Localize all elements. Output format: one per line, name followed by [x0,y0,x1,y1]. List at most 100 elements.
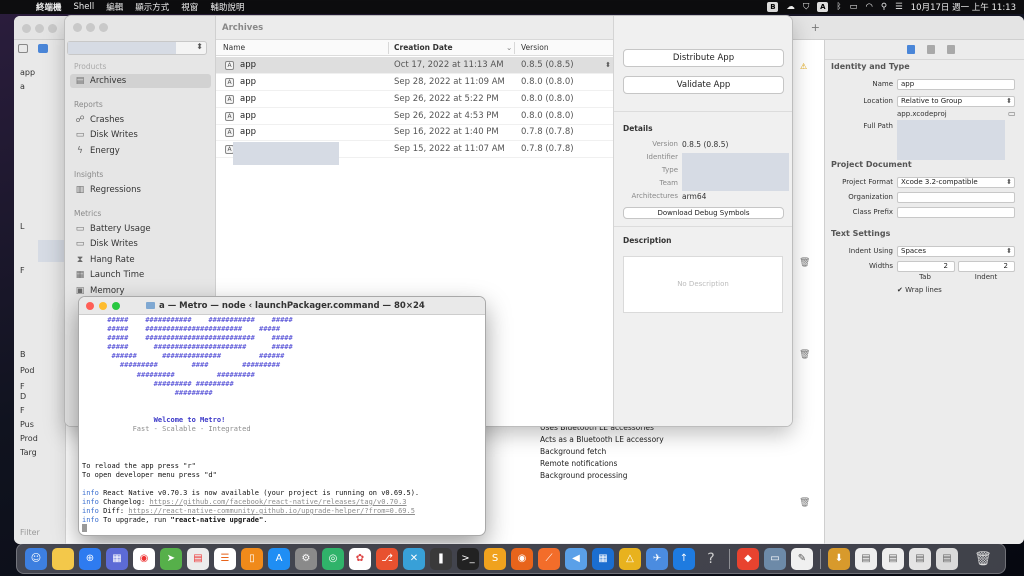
nav-row[interactable]: Pod [20,366,35,375]
product-selector[interactable]: ⬍ [67,41,207,55]
nav-row[interactable]: B [20,350,26,359]
apple-menu-icon[interactable] [14,1,26,13]
file-inspector-icon[interactable] [907,45,915,54]
transporter-icon[interactable]: ↑ [673,548,695,570]
archive-row[interactable]: Aapp Sep 26, 2022 at 4:53 PM 0.8.0 (0.8.0) [216,108,613,125]
status-app-icon[interactable]: B [767,2,779,12]
maps-icon[interactable]: ➤ [160,548,182,570]
close-button[interactable] [86,302,94,310]
navigator-icon[interactable] [18,44,28,53]
textedit-icon[interactable]: ✎ [791,548,813,570]
swift-icon[interactable]: ⟋ [538,548,560,570]
menu-shell[interactable]: Shell [74,2,95,12]
archive-row[interactable]: Aapp Sep 28, 2022 at 11:09 AM 0.8.0 (0.8.0… [216,74,613,91]
project-format-select[interactable]: Xcode 3.2-compatible [897,177,1015,188]
help-icon[interactable]: ? [700,548,722,570]
wrap-lines-checkbox[interactable]: ✔ Wrap lines [897,286,942,294]
diff-link[interactable]: https://react-native-community.github.io… [128,507,415,515]
books-icon[interactable]: ▯ [241,548,263,570]
calendar-icon[interactable]: ▤ [187,548,209,570]
archive-row[interactable]: Aapp Sep 16, 2022 at 1:40 PM 0.7.8 (0.7.8) [216,124,613,141]
nav-row[interactable]: Targ [20,448,37,457]
document-stack-icon[interactable]: ▤ [882,548,904,570]
trash-icon[interactable]: 🗑 [972,548,994,570]
minimize-button[interactable] [99,302,107,310]
clock[interactable]: 10月17日 週一 上午 11:13 [911,1,1016,13]
bluetooth-icon[interactable]: ᛒ [836,2,841,12]
input-source-badge[interactable]: A [817,2,829,12]
minimize-button[interactable] [35,24,44,33]
sidebar-item-disk-writes[interactable]: ▭ Disk Writes [70,128,211,142]
chrome-icon[interactable]: ◉ [133,548,155,570]
nav-row[interactable]: Prod [20,434,38,443]
menu-help[interactable]: 輔助說明 [210,1,244,13]
warning-icon[interactable]: ⚠ [800,62,807,71]
cloud-icon[interactable]: ☁ [786,2,795,12]
trash-icon[interactable]: 🗑 [799,498,810,508]
download-debug-symbols-button[interactable]: Download Debug Symbols [623,207,784,219]
column-version[interactable]: Version [521,43,549,52]
archive-row[interactable]: Aapp Sep 26, 2022 at 5:22 PM 0.8.0 (0.8.0) [216,91,613,108]
minimize-button[interactable] [86,23,95,32]
xcode-icon[interactable]: ✕ [403,548,425,570]
menu-edit[interactable]: 編輯 [106,1,123,13]
launchpad-icon[interactable]: ▦ [106,548,128,570]
folder-icon[interactable]: ▭ [1008,109,1016,118]
sequel-icon[interactable]: ❚ [430,548,452,570]
distribute-app-button[interactable]: Distribute App [623,49,784,67]
nav-row[interactable]: a [20,82,25,91]
nav-row[interactable]: app [20,68,35,77]
zoom-button[interactable] [112,302,120,310]
indent-width-stepper[interactable]: 2 [958,261,1015,272]
history-inspector-icon[interactable] [927,45,935,54]
close-button[interactable] [22,24,31,33]
sidebar-item-disk-writes-metrics[interactable]: ▭ Disk Writes [70,237,211,251]
close-button[interactable] [73,23,82,32]
search-icon[interactable]: ⚲ [881,2,887,12]
notes-icon[interactable] [52,548,74,570]
battery-icon[interactable]: ▭ [849,2,857,12]
changelog-link[interactable]: https://github.com/facebook/react-native… [149,498,406,506]
reminders-icon[interactable]: ☰ [214,548,236,570]
tab-width-stepper[interactable]: 2 [897,261,955,272]
nav-row[interactable]: F [20,266,25,275]
simulator-icon[interactable]: ▦ [592,548,614,570]
sidebar-item-archives[interactable]: ▤ Archives [70,74,211,88]
downloads-folder-icon[interactable]: ⬇ [828,548,850,570]
menu-view[interactable]: 顯示方式 [135,1,169,13]
column-creation-date[interactable]: Creation Date [394,43,453,52]
app-store-icon[interactable]: A [268,548,290,570]
postman-icon[interactable]: ◉ [511,548,533,570]
indent-using-select[interactable]: Spaces [897,246,1015,257]
name-field[interactable]: app [897,79,1015,90]
shield-icon[interactable]: ⛉ [803,2,809,12]
sidebar-item-launch-time[interactable]: ▦ Launch Time [70,268,211,282]
nav-row[interactable]: F [20,382,25,391]
help-inspector-icon[interactable] [947,45,955,54]
safari-icon[interactable]: ⊕ [79,548,101,570]
sidebar-item-battery[interactable]: ▭ Battery Usage [70,222,211,236]
nav-row[interactable]: Pus [20,420,34,429]
document-stack-icon[interactable]: ▤ [936,548,958,570]
folder-icon[interactable] [38,44,48,53]
filter-field[interactable]: Filter [20,528,40,537]
system-preferences-icon[interactable]: ⚙ [295,548,317,570]
document-stack-icon[interactable]: ▤ [855,548,877,570]
archive-row[interactable]: Aapp Oct 17, 2022 at 11:13 AM 0.8.5 (0.8.5… [216,57,613,74]
organization-field[interactable] [897,192,1015,203]
description-field[interactable]: No Description [623,256,783,313]
terminal-app-icon[interactable]: >_ [457,548,479,570]
control-center-icon[interactable]: ☰ [895,2,903,12]
validate-app-button[interactable]: Validate App [623,76,784,94]
photos-icon[interactable]: ✿ [349,548,371,570]
find-my-icon[interactable]: ◎ [322,548,344,570]
instruments-icon[interactable]: △ [619,548,641,570]
sourcetree-icon[interactable]: ⎇ [376,548,398,570]
location-select[interactable]: Relative to Group [897,96,1015,107]
testflight-icon[interactable]: ✈ [646,548,668,570]
nav-row[interactable]: D [20,392,26,401]
document-stack-icon[interactable]: ▤ [909,548,931,570]
class-prefix-field[interactable] [897,207,1015,218]
add-icon[interactable]: + [811,21,820,34]
nav-row[interactable]: F [20,406,25,415]
